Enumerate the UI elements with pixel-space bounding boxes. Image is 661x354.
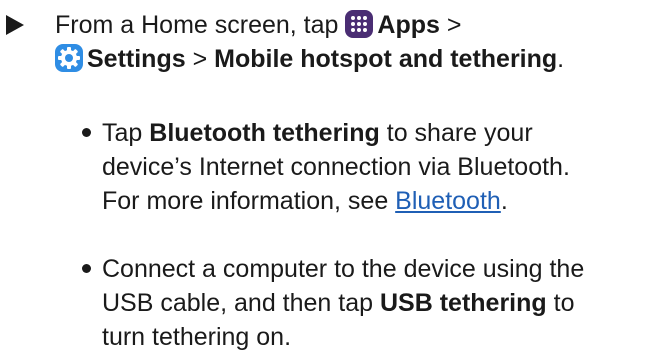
bullet-2-post: to: [553, 289, 575, 317]
bullet-1-line-3: For more information, see Bluetooth.: [102, 184, 658, 218]
step-arrow-icon: [6, 15, 24, 35]
separator: >: [446, 11, 462, 39]
separator: >: [192, 45, 208, 73]
usb-tethering-label: USB tethering: [379, 289, 547, 317]
bluetooth-link[interactable]: Bluetooth: [395, 187, 501, 215]
settings-label: Settings: [87, 45, 186, 73]
bullet-2-pre: USB cable, and then tap: [102, 289, 374, 317]
bullet-dot: [82, 128, 91, 137]
bullet-2-line-3: turn tethering on.: [102, 323, 292, 351]
hotspot-label: Mobile hotspot and tethering: [214, 45, 558, 73]
bullet-2-line-1: Connect a computer to the device using t…: [102, 255, 585, 283]
apps-grid-icon: [345, 10, 374, 38]
step-text: From a Home screen, tap Apps > Settings …: [55, 8, 655, 76]
step-intro-text: From a Home screen, tap: [55, 11, 339, 39]
bullet-1-period: .: [500, 187, 508, 215]
step-line-2: Settings > Mobile hotspot and tethering.: [55, 42, 655, 76]
bullet-list: Tap Bluetooth tethering to share your de…: [78, 116, 658, 354]
list-item: Tap Bluetooth tethering to share your de…: [78, 116, 658, 218]
bullet-1-rest: to share your: [386, 119, 533, 147]
step-period: .: [557, 45, 565, 73]
bluetooth-tethering-label: Bluetooth tethering: [149, 119, 380, 147]
list-item: Connect a computer to the device using t…: [78, 252, 658, 354]
bullet-dot: [82, 264, 91, 273]
bullet-2-line-2: USB cable, and then tap USB tethering to: [102, 286, 658, 320]
bullet-1-pre: Tap: [102, 119, 143, 147]
bullet-1-line-2: device’s Internet connection via Bluetoo…: [102, 153, 570, 181]
step-line-1: From a Home screen, tap Apps >: [55, 8, 655, 42]
gear-icon: [55, 44, 83, 72]
apps-label: Apps: [377, 11, 440, 39]
bullet-1-line-1: Tap Bluetooth tethering to share your: [102, 116, 658, 150]
bullet-1-see-text: For more information, see: [102, 187, 389, 215]
